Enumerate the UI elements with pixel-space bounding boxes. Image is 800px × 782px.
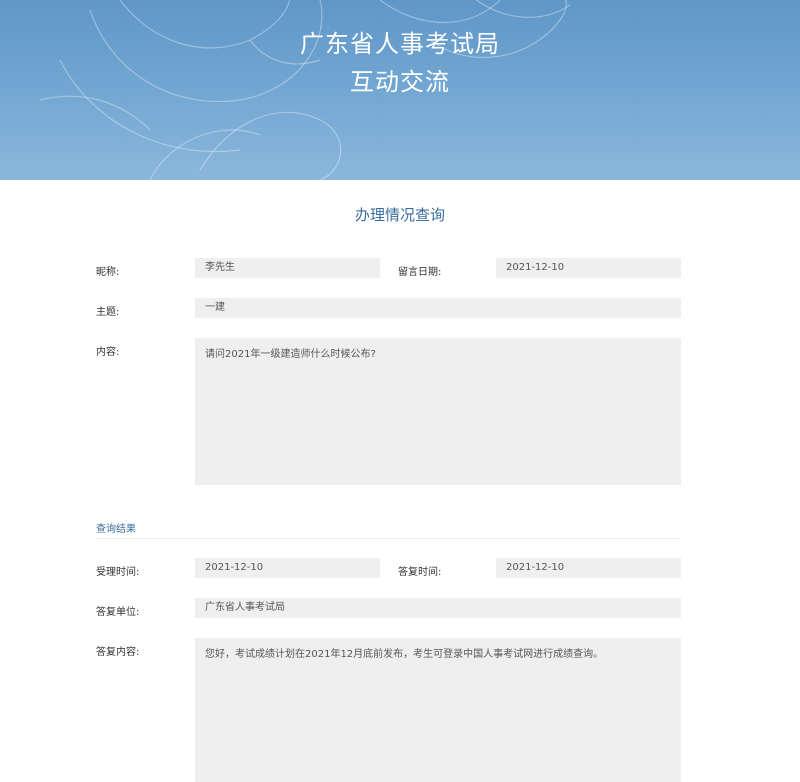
header-banner: 广东省人事考试局 互动交流 <box>0 0 800 180</box>
reply-unit-label: 答复单位: <box>96 607 140 618</box>
reply-content-area: 您好，考试成绩计划在2021年12月底前发布，考生可登录中国人事考试网进行成绩查… <box>195 638 681 782</box>
content-area: 请问2021年一级建造师什么时候公布? <box>195 338 681 485</box>
result-divider <box>96 538 681 539</box>
reply-content-label: 答复内容: <box>96 647 140 658</box>
reply-unit-field: 广东省人事考试局 <box>195 598 681 618</box>
nickname-field: 李先生 <box>195 258 380 278</box>
reply-time-field: 2021-12-10 <box>496 558 681 578</box>
reply-time-label: 答复时间: <box>398 567 442 578</box>
result-title: 查询结果 <box>96 524 136 535</box>
date-label: 留言日期: <box>398 267 442 278</box>
content-label: 内容: <box>96 347 120 358</box>
accept-time-field: 2021-12-10 <box>195 558 380 578</box>
page-subtitle: 互动交流 <box>350 68 450 96</box>
nickname-label: 昵称: <box>96 267 120 278</box>
date-field: 2021-12-10 <box>496 258 681 278</box>
subject-field: 一建 <box>195 298 681 318</box>
section-title: 办理情况查询 <box>354 206 445 224</box>
site-title: 广东省人事考试局 <box>300 30 500 58</box>
subject-label: 主题: <box>96 307 120 318</box>
accept-time-label: 受理时间: <box>96 567 140 578</box>
